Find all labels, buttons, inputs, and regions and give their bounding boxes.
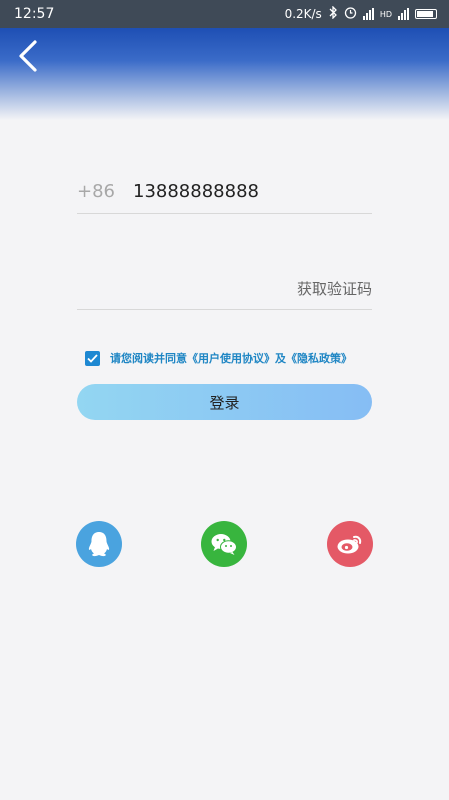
status-bar: 12:57 0.2K/s HD	[0, 0, 449, 28]
login-button-label: 登录	[209, 393, 240, 412]
bluetooth-icon	[328, 5, 338, 22]
signal-icon	[362, 8, 374, 20]
signal-icon	[398, 8, 409, 20]
hd-label: HD	[379, 9, 392, 19]
phone-row: +86	[77, 170, 372, 214]
country-code[interactable]: +86	[77, 181, 133, 202]
check-icon	[87, 353, 98, 363]
qq-login-button[interactable]	[76, 521, 122, 567]
alarm-icon	[344, 6, 357, 22]
back-button[interactable]	[10, 36, 46, 76]
agreement-row: 请您阅读并同意《用户使用协议》及《隐私政策》	[85, 348, 385, 368]
status-time: 12:57	[14, 6, 55, 22]
login-button[interactable]: 登录	[77, 384, 372, 420]
status-icons: 0.2K/s HD	[284, 5, 437, 22]
get-code-button[interactable]: 获取验证码	[297, 278, 372, 299]
wechat-login-button[interactable]	[201, 521, 247, 567]
wechat-icon	[211, 534, 237, 555]
weibo-icon	[337, 535, 362, 554]
battery-icon	[415, 9, 437, 19]
header	[0, 28, 449, 120]
weibo-login-button[interactable]	[327, 521, 373, 567]
network-speed: 0.2K/s	[284, 7, 322, 21]
verification-code-input[interactable]	[77, 279, 297, 298]
phone-input[interactable]	[133, 181, 353, 202]
chevron-left-icon	[19, 40, 37, 72]
agree-checkbox[interactable]	[85, 350, 100, 366]
qq-icon	[88, 532, 110, 557]
agreement-text[interactable]: 请您阅读并同意《用户使用协议》及《隐私政策》	[110, 350, 352, 366]
code-row: 获取验证码	[77, 268, 372, 310]
